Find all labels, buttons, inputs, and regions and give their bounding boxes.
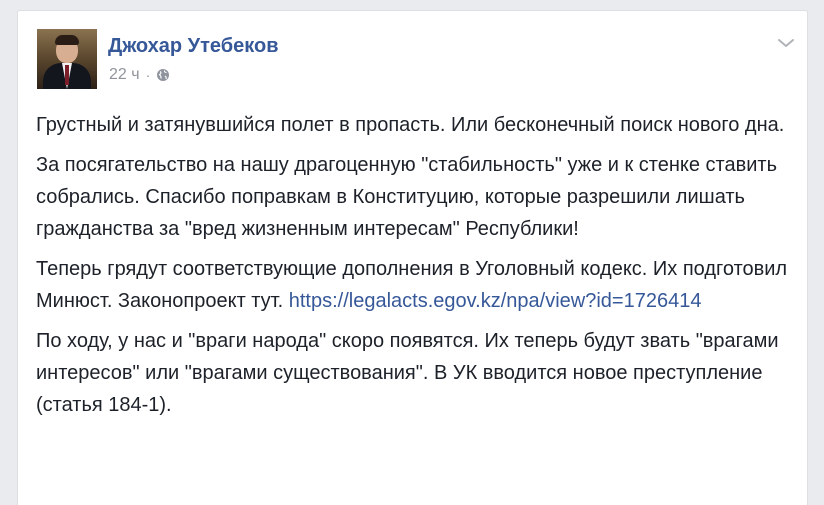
post-card: Джохар Утебеков 22 ч · Грустный и затяну… bbox=[17, 10, 808, 505]
avatar[interactable] bbox=[37, 29, 97, 89]
post-paragraph: Грустный и затянувшийся полет в пропасть… bbox=[36, 114, 785, 136]
post-paragraph: Теперь грядут соответствующие дополнения… bbox=[36, 253, 796, 317]
post-header: Джохар Утебеков 22 ч · bbox=[37, 29, 795, 89]
post-link[interactable]: https://legalacts.egov.kz/npa/view?id=17… bbox=[289, 290, 702, 312]
post-paragraph: За посягательство на нашу драгоценную "с… bbox=[36, 154, 777, 240]
post-meta: 22 ч · bbox=[109, 66, 170, 84]
post-timestamp[interactable]: 22 ч bbox=[109, 66, 140, 84]
post-paragraph: По ходу, у нас и "враги народа" скоро по… bbox=[36, 330, 779, 416]
post-body: Грустный и затянувшийся полет в пропасть… bbox=[36, 109, 796, 429]
globe-icon[interactable] bbox=[156, 68, 170, 82]
meta-separator: · bbox=[145, 67, 151, 83]
author-name[interactable]: Джохар Утебеков bbox=[108, 35, 279, 58]
chevron-down-icon[interactable] bbox=[777, 37, 795, 49]
